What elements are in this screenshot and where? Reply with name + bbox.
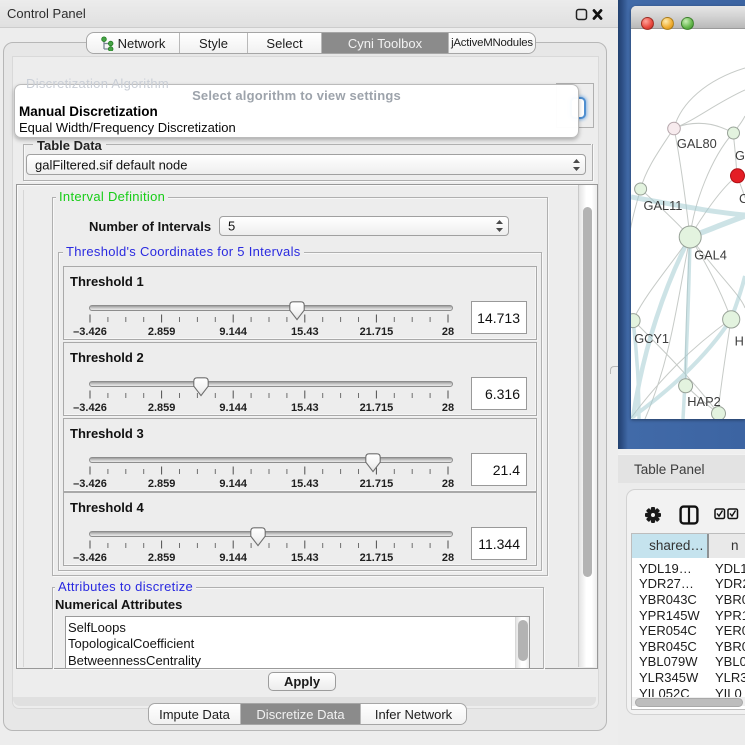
svg-text:GAL4: GAL4: [694, 248, 727, 263]
svg-text:GCY1: GCY1: [634, 331, 669, 346]
svg-text:GAL11: GAL11: [644, 198, 683, 213]
svg-text:GAL: GAL: [735, 148, 745, 163]
svg-text:HIS: HIS: [735, 334, 745, 349]
svg-text:CR: CR: [739, 191, 745, 206]
svg-text:HAP2: HAP2: [687, 394, 720, 409]
svg-text:GAL80: GAL80: [677, 136, 717, 151]
